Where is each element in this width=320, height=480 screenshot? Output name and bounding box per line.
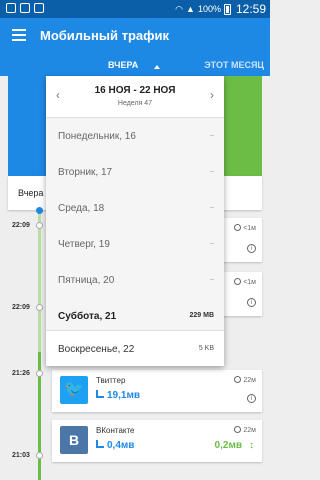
app-usage-card-vkontakte[interactable]: B ВКонтакте 0,4мв 0,2мв ↕ 22м <box>52 420 262 462</box>
day-row-monday[interactable]: Понедельник, 16 – <box>46 118 224 154</box>
duration-label: 22м <box>234 376 256 384</box>
signal-bars-icon <box>96 390 104 398</box>
app-name: Твиттер <box>96 376 126 385</box>
next-week-chevron-icon[interactable]: › <box>210 88 214 102</box>
clock-icon <box>234 224 242 231</box>
duration-label: 22м <box>234 426 256 434</box>
day-row-wednesday[interactable]: Среда, 18 – <box>46 190 224 226</box>
vkontakte-icon: B <box>60 426 88 454</box>
week-picker-dropdown: ‹ 16 НОЯ - 22 НОЯ Неделя 47 › Понедельни… <box>46 76 224 366</box>
twitter-icon: 🐦 <box>60 376 88 404</box>
day-row-tuesday[interactable]: Вторник, 17 – <box>46 154 224 190</box>
signal-icon: ▲ <box>186 4 195 14</box>
app-icon <box>34 3 44 13</box>
status-bar: ◠ ▲ 100% 12:59 <box>0 0 270 18</box>
download-amount: 19,1мв <box>96 390 140 401</box>
wifi-icon: ◠ <box>175 3 184 14</box>
timeline-time: 21:03 <box>12 452 30 459</box>
battery-percent: 100% <box>197 4 221 14</box>
app-usage-card-twitter[interactable]: 🐦 Твиттер 19,1мв 22м i <box>52 370 262 412</box>
app-name: ВКонтакте <box>96 426 135 435</box>
clock-icon <box>234 426 242 433</box>
notification-icon <box>6 3 16 13</box>
timeline-dot <box>36 452 43 459</box>
signal-bars-icon <box>96 440 104 448</box>
usage-chart-bar <box>218 76 262 176</box>
status-time: 12:59 <box>235 2 266 16</box>
info-icon[interactable]: i <box>247 244 256 253</box>
app-bar: Мобильный трафик <box>0 18 270 56</box>
battery-icon <box>223 3 231 15</box>
tab-bar: ВЧЕРА ЭТОТ МЕСЯЦ <box>0 56 270 76</box>
timeline-time: 22:09 <box>12 222 30 229</box>
summary-label: Вчера <box>18 188 44 198</box>
timeline-start-dot <box>36 207 43 214</box>
page-title: Мобильный трафик <box>40 28 170 43</box>
day-row-saturday[interactable]: Суббота, 21 229 MB <box>46 298 224 334</box>
clock-icon <box>234 376 242 383</box>
tab-dropdown-caret-icon[interactable] <box>154 65 160 69</box>
duration-label: <1м <box>234 278 256 286</box>
day-row-sunday[interactable]: Воскресенье, 22 5 KB <box>46 330 224 366</box>
timeline-time: 22:09 <box>12 304 30 311</box>
week-range: 16 НОЯ - 22 НОЯ <box>94 85 176 96</box>
upload-amount: 0,2мв <box>214 440 242 451</box>
timeline-time: 21:26 <box>12 370 30 377</box>
clock-icon <box>234 278 242 285</box>
tab-this-month[interactable]: ЭТОТ МЕСЯЦ <box>204 60 264 70</box>
info-icon[interactable]: i <box>247 394 256 403</box>
timeline-dot <box>36 304 43 311</box>
download-amount: 0,4мв <box>96 440 134 451</box>
week-picker-header: ‹ 16 НОЯ - 22 НОЯ Неделя 47 › <box>46 76 224 118</box>
tab-yesterday[interactable]: ВЧЕРА <box>108 60 138 70</box>
gallery-icon <box>20 3 30 13</box>
hamburger-menu-icon[interactable] <box>12 29 26 41</box>
timeline-dot <box>36 370 43 377</box>
week-number: Неделя 47 <box>117 100 153 107</box>
info-icon[interactable]: i <box>247 298 256 307</box>
timeline-dot <box>36 222 43 229</box>
duration-label: <1м <box>234 224 256 232</box>
upload-arrow-icon: ↕ <box>249 440 254 451</box>
day-row-friday[interactable]: Пятница, 20 – <box>46 262 224 298</box>
day-row-thursday[interactable]: Четверг, 19 – <box>46 226 224 262</box>
